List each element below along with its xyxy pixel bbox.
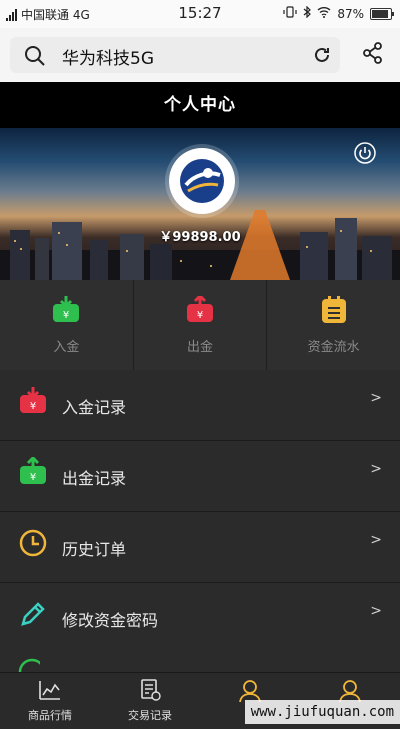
battery-icon bbox=[370, 7, 394, 20]
fund-ledger-label: 资金流水 bbox=[307, 339, 360, 355]
menu-item-change-fund-password[interactable]: 修改资金密码 > bbox=[0, 583, 400, 654]
search-icon[interactable] bbox=[24, 45, 46, 71]
partial-icon bbox=[18, 658, 46, 672]
tab-label: 交易记录 bbox=[128, 709, 172, 722]
chart-icon bbox=[38, 679, 62, 705]
search-value: 华为科技5G bbox=[62, 49, 154, 69]
share-icon[interactable] bbox=[362, 42, 384, 68]
tab-trade-records[interactable]: 交易记录 bbox=[100, 673, 200, 729]
menu-label: 出金记录 bbox=[62, 469, 127, 488]
tab-label: 商品行情 bbox=[28, 709, 72, 722]
ledger-icon bbox=[320, 295, 348, 328]
quick-actions: ¥ 入金 ¥ 出金 资金流水 bbox=[0, 280, 400, 370]
menu-item-order-history[interactable]: 历史订单 > bbox=[0, 512, 400, 583]
menu-label: 历史订单 bbox=[62, 540, 127, 559]
page-title: 个人中心 bbox=[0, 82, 400, 128]
deposit-icon: ¥ bbox=[51, 295, 81, 328]
city-skyline-image bbox=[0, 210, 400, 280]
deposit-button[interactable]: ¥ 入金 bbox=[0, 280, 133, 370]
deposit-record-icon: ¥ bbox=[18, 386, 48, 420]
chevron-right-icon: > bbox=[370, 461, 382, 477]
search-input[interactable]: 华为科技5G bbox=[10, 37, 340, 73]
menu-label: 入金记录 bbox=[62, 398, 127, 417]
status-bar: 中国联通 4G 15:27 87% bbox=[0, 0, 400, 28]
account-balance: ￥99898.00 bbox=[159, 230, 241, 245]
withdraw-record-icon: ¥ bbox=[18, 455, 48, 491]
avatar[interactable] bbox=[169, 148, 235, 214]
vibrate-icon bbox=[283, 6, 297, 21]
menu-item-partial bbox=[0, 650, 400, 672]
svg-text:¥: ¥ bbox=[197, 310, 203, 321]
logo-icon bbox=[180, 159, 224, 203]
wifi-icon bbox=[317, 6, 331, 21]
battery-percent: 87% bbox=[337, 6, 364, 21]
chevron-right-icon: > bbox=[370, 532, 382, 548]
bluetooth-icon bbox=[303, 5, 312, 21]
search-area: 华为科技5G bbox=[0, 28, 400, 82]
withdraw-button[interactable]: ¥ 出金 bbox=[132, 280, 267, 370]
refresh-icon[interactable] bbox=[312, 45, 332, 69]
menu-item-deposit-records[interactable]: ¥ 入金记录 > bbox=[0, 370, 400, 441]
fund-ledger-button[interactable]: 资金流水 bbox=[266, 280, 400, 370]
svg-text:¥: ¥ bbox=[63, 310, 69, 321]
svg-text:¥: ¥ bbox=[30, 401, 36, 412]
chevron-right-icon: > bbox=[370, 390, 382, 406]
chevron-right-icon: > bbox=[370, 603, 382, 619]
svg-text:¥: ¥ bbox=[30, 472, 36, 483]
pencil-icon bbox=[18, 599, 48, 633]
status-right: 87% bbox=[283, 5, 394, 21]
deposit-label: 入金 bbox=[53, 339, 80, 355]
logout-power-icon[interactable] bbox=[354, 142, 376, 168]
clock-icon bbox=[18, 528, 48, 562]
tab-market[interactable]: 商品行情 bbox=[0, 673, 100, 729]
withdraw-label: 出金 bbox=[187, 339, 214, 355]
watermark-text: www.jiufuquan.com bbox=[244, 700, 400, 724]
menu-item-withdraw-records[interactable]: ¥ 出金记录 > bbox=[0, 441, 400, 512]
profile-banner: ￥99898.00 bbox=[0, 128, 400, 280]
document-icon bbox=[139, 679, 161, 705]
menu-label: 修改资金密码 bbox=[62, 611, 159, 630]
withdraw-icon: ¥ bbox=[185, 293, 215, 328]
menu-list: ¥ 入金记录 > ¥ 出金记录 > 历史订单 > 修改资金密码 > bbox=[0, 370, 400, 654]
